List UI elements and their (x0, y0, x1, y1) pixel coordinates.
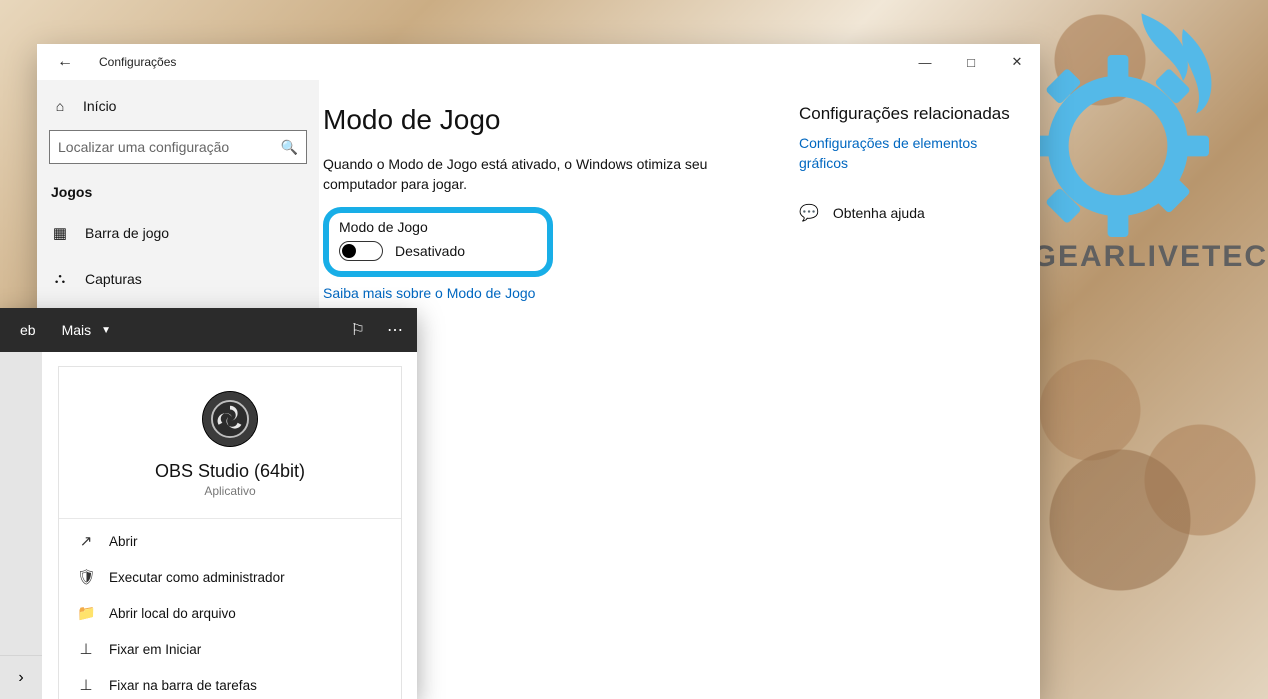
sidebar-home[interactable]: ⌂ Início (37, 88, 319, 124)
minimize-button[interactable]: ― (902, 44, 948, 80)
sidebar-item-label: Capturas (85, 271, 142, 287)
header-more-label[interactable]: Mais (62, 322, 92, 338)
capture-icon: ⛬ (51, 270, 69, 287)
ctx-label: Fixar na barra de tarefas (109, 678, 257, 693)
ctx-open[interactable]: ↗ Abrir (59, 523, 401, 559)
shelf-expand-button[interactable]: › (0, 655, 42, 699)
maximize-button[interactable]: □ (948, 44, 994, 80)
sidebar-home-label: Início (83, 98, 116, 114)
home-icon: ⌂ (51, 98, 69, 114)
close-button[interactable]: ✕ (994, 44, 1040, 80)
start-panel-header: eb Mais ▼ ⚐ ⋯ (0, 308, 417, 352)
annotation-highlight: Modo de Jogo Desativado (323, 207, 553, 277)
window-title: Configurações (99, 55, 176, 69)
desktop-wallpaper: GEARLIVETEC ← Configurações ― □ ✕ ⌂ Iníc… (0, 0, 1268, 699)
related-title: Configurações relacionadas (799, 104, 1028, 124)
back-button[interactable]: ← (49, 53, 81, 71)
header-cut-text: eb (20, 322, 36, 338)
search-icon: 🔍 (281, 139, 298, 156)
game-mode-toggle[interactable] (339, 241, 383, 261)
ctx-open-location[interactable]: 📁 Abrir local do arquivo (59, 595, 401, 631)
sidebar-item-label: Barra de jogo (85, 225, 169, 241)
ctx-pin-start[interactable]: ⊥ Fixar em Iniciar (59, 631, 401, 667)
more-icon[interactable]: ⋯ (387, 320, 403, 340)
brand-text: GEARLIVETEC (1033, 240, 1268, 274)
toggle-knob (342, 244, 356, 258)
ctx-label: Executar como administrador (109, 570, 285, 585)
search-input[interactable]: Localizar uma configuração 🔍 (49, 130, 307, 164)
start-shelf: › (0, 352, 42, 699)
game-bar-icon: ▦ (51, 224, 69, 242)
page-description: Quando o Modo de Jogo está ativado, o Wi… (323, 154, 723, 195)
chevron-down-icon: ▼ (101, 325, 111, 336)
open-icon: ↗ (77, 532, 95, 550)
sidebar-section-title: Jogos (37, 176, 319, 210)
search-placeholder: Localizar uma configuração (58, 139, 281, 155)
ctx-pin-taskbar[interactable]: ⊥ Fixar na barra de tarefas (59, 667, 401, 699)
ctx-label: Fixar em Iniciar (109, 642, 201, 657)
app-type: Aplicativo (204, 484, 255, 498)
app-name: OBS Studio (64bit) (155, 461, 305, 482)
toggle-state: Desativado (395, 243, 465, 259)
toggle-label: Modo de Jogo (339, 219, 537, 235)
ctx-label: Abrir local do arquivo (109, 606, 236, 621)
learn-more-link[interactable]: Saiba mais sobre o Modo de Jogo (323, 285, 799, 301)
admin-icon: 🛡 (77, 568, 95, 586)
titlebar: ← Configurações ― □ ✕ (37, 44, 1040, 80)
pin-start-icon: ⊥ (77, 640, 95, 658)
ctx-run-admin[interactable]: 🛡 Executar como administrador (59, 559, 401, 595)
obs-icon (202, 391, 258, 447)
chevron-right-icon: › (18, 669, 23, 687)
start-context-panel: eb Mais ▼ ⚐ ⋯ › (0, 308, 417, 699)
pin-icon[interactable]: ⚐ (351, 320, 365, 340)
ctx-label: Abrir (109, 534, 138, 549)
folder-icon: 📁 (77, 604, 95, 622)
help-link[interactable]: 💬 Obtenha ajuda (799, 203, 1028, 223)
related-link[interactable]: Configurações de elementos gráficos (799, 134, 1009, 173)
help-label: Obtenha ajuda (833, 205, 925, 221)
sidebar-item-captures[interactable]: ⛬ Capturas (37, 256, 319, 301)
help-icon: 💬 (799, 203, 819, 223)
app-card: OBS Studio (64bit) Aplicativo ↗ Abrir 🛡 … (58, 366, 402, 699)
page-title: Modo de Jogo (323, 104, 799, 136)
sidebar-item-game-bar[interactable]: ▦ Barra de jogo (37, 210, 319, 256)
context-menu: ↗ Abrir 🛡 Executar como administrador 📁 … (59, 519, 401, 699)
pin-task-icon: ⊥ (77, 676, 95, 694)
